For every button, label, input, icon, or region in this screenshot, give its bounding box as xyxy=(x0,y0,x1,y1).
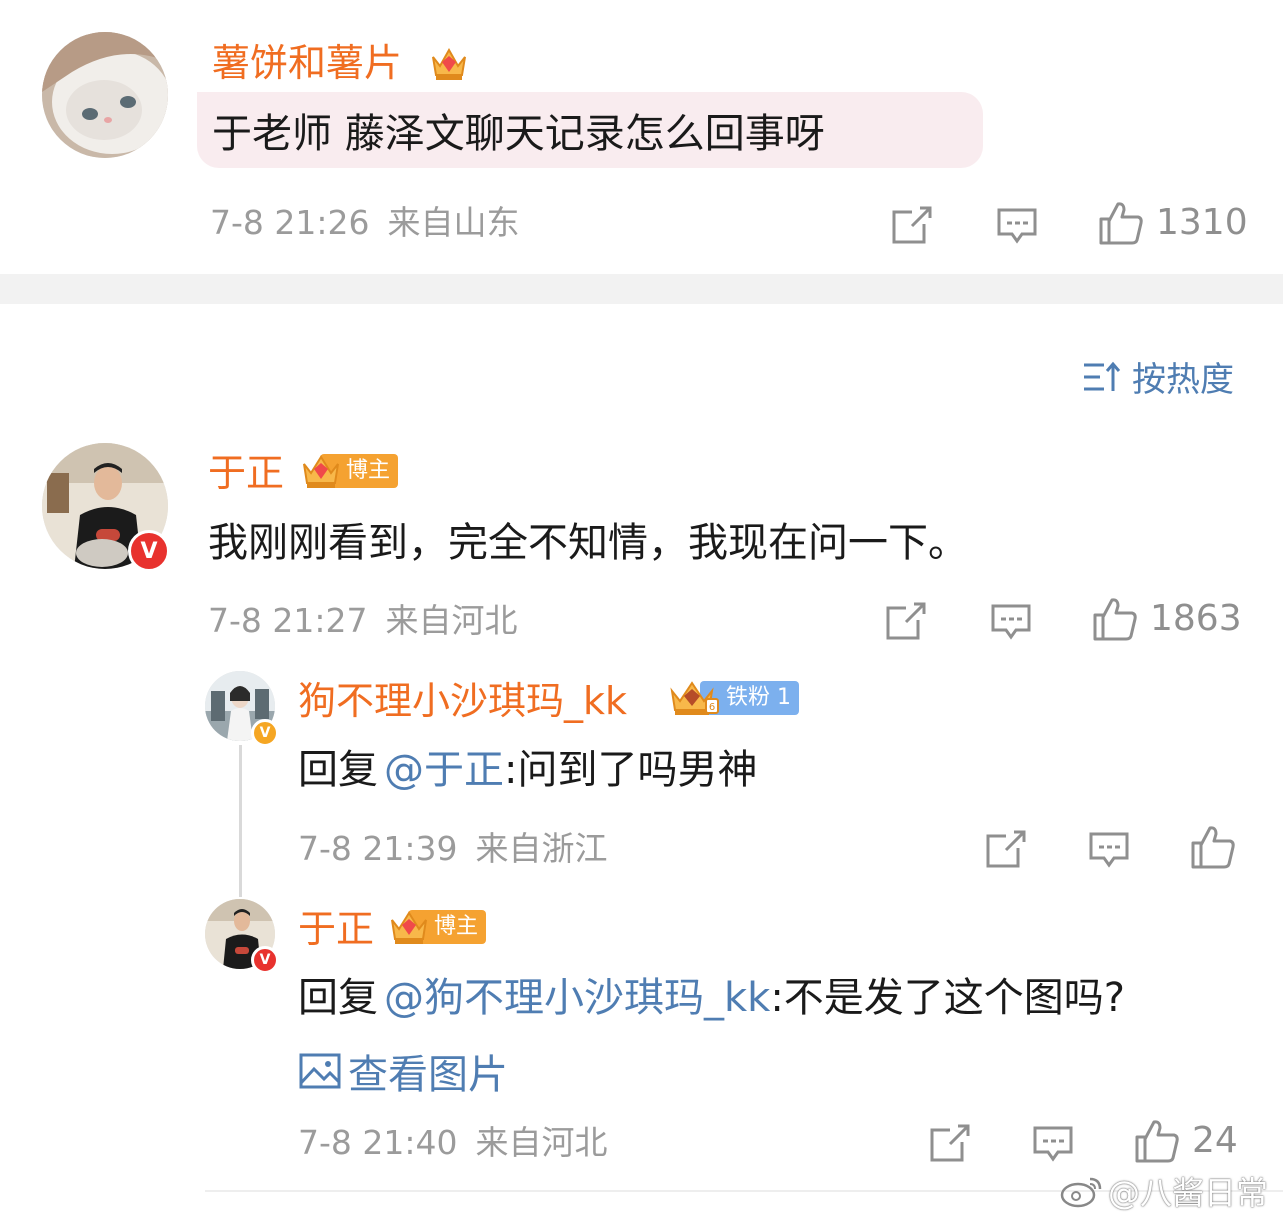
comment-button[interactable] xyxy=(996,206,1038,246)
comment-meta: 7-8 21:26 来自山东 xyxy=(210,206,520,239)
thumbs-up-icon xyxy=(1191,826,1235,869)
thread-line xyxy=(239,745,242,897)
reply-meta: 7-8 21:40 来自河北 xyxy=(298,1126,608,1159)
mention-link[interactable]: @于正 xyxy=(384,747,504,793)
svg-text:6: 6 xyxy=(709,702,715,713)
like-count: 1863 xyxy=(1150,598,1242,639)
post-location: 来自河北 xyxy=(385,601,518,640)
share-icon xyxy=(986,830,1026,868)
post-text: 我刚刚看到，完全不知情，我现在问一下。 xyxy=(208,520,968,566)
crown-icon xyxy=(428,42,470,84)
comment-button[interactable] xyxy=(1032,1124,1074,1164)
sort-button[interactable]: 按热度 xyxy=(1082,352,1234,401)
watermark-text: @八酱日常 xyxy=(1108,1174,1269,1212)
watermark: @八酱日常 xyxy=(1060,1168,1268,1214)
reply-text: 回复 @狗不理小沙琪玛_kk:不是发了这个图吗? xyxy=(298,978,1125,1018)
like-button[interactable]: 1863 xyxy=(1092,596,1242,642)
reply-body: :不是发了这个图吗? xyxy=(770,975,1126,1021)
comment-time: 7-8 21:26 xyxy=(210,203,370,242)
share-icon xyxy=(930,1124,970,1162)
share-icon xyxy=(886,602,926,640)
sort-icon xyxy=(1084,361,1121,391)
like-count: 1310 xyxy=(1156,202,1248,243)
section-divider xyxy=(0,274,1283,304)
reply-meta: 7-8 21:39 来自浙江 xyxy=(298,832,608,865)
crown-icon xyxy=(391,911,427,944)
reply-text: 回复 @于正:问到了吗男神 xyxy=(298,750,757,790)
comment-button[interactable] xyxy=(990,602,1032,642)
avatar[interactable] xyxy=(42,32,168,158)
image-icon xyxy=(299,1053,341,1089)
blogger-badge: 博主 xyxy=(300,453,399,489)
reply-time: 7-8 21:39 xyxy=(298,829,458,868)
crown-icon xyxy=(303,455,339,488)
reply-location: 来自浙江 xyxy=(475,829,608,868)
comment-icon xyxy=(997,208,1037,244)
post-time: 7-8 21:27 xyxy=(208,601,368,640)
comment-location: 来自山东 xyxy=(387,203,520,242)
comment-icon xyxy=(1033,1126,1073,1162)
verified-badge: V xyxy=(128,530,170,572)
verified-badge: V xyxy=(251,946,279,974)
blogger-badge: 博主 xyxy=(388,909,487,945)
thumbs-up-icon xyxy=(1099,202,1143,245)
comment-icon xyxy=(1089,832,1129,868)
share-icon xyxy=(892,206,932,244)
like-button[interactable]: 1310 xyxy=(1098,200,1248,246)
post-meta: 7-8 21:27 来自河北 xyxy=(208,604,518,637)
mention-link[interactable]: @狗不理小沙琪玛_kk xyxy=(384,975,770,1021)
username[interactable]: 薯饼和薯片 xyxy=(212,44,402,82)
sort-label: 按热度 xyxy=(1132,360,1234,400)
reply-prefix: 回复 xyxy=(298,747,378,793)
share-button[interactable] xyxy=(884,600,928,642)
comment-button[interactable] xyxy=(1088,830,1130,870)
view-image-link[interactable]: 查看图片 xyxy=(298,1042,508,1100)
view-image-label: 查看图片 xyxy=(348,1052,508,1098)
reply-time: 7-8 21:40 xyxy=(298,1123,458,1162)
verified-badge: V xyxy=(251,719,279,747)
fan-badge: 6 铁粉 1 xyxy=(668,680,800,716)
username[interactable]: 狗不理小沙琪玛_kk xyxy=(298,682,627,720)
like-button[interactable] xyxy=(1190,824,1236,870)
thumbs-up-icon xyxy=(1135,1120,1179,1163)
comment-text: 于老师 藤泽文聊天记录怎么回事呀 xyxy=(212,111,825,157)
reply-body: :问到了吗男神 xyxy=(504,747,758,793)
reply-location: 来自河北 xyxy=(475,1123,608,1162)
thumbs-up-icon xyxy=(1093,598,1137,641)
weibo-logo-icon xyxy=(1060,1177,1102,1208)
share-button[interactable] xyxy=(928,1122,972,1164)
username[interactable]: 于正 xyxy=(298,910,374,948)
username[interactable]: 于正 xyxy=(208,454,284,492)
share-button[interactable] xyxy=(890,204,934,246)
like-button[interactable]: 24 xyxy=(1134,1118,1238,1164)
reply-prefix: 回复 xyxy=(298,975,378,1021)
comment-icon xyxy=(991,604,1031,640)
crown-icon: 6 xyxy=(670,681,719,715)
share-button[interactable] xyxy=(984,828,1028,870)
like-count: 24 xyxy=(1192,1120,1238,1161)
